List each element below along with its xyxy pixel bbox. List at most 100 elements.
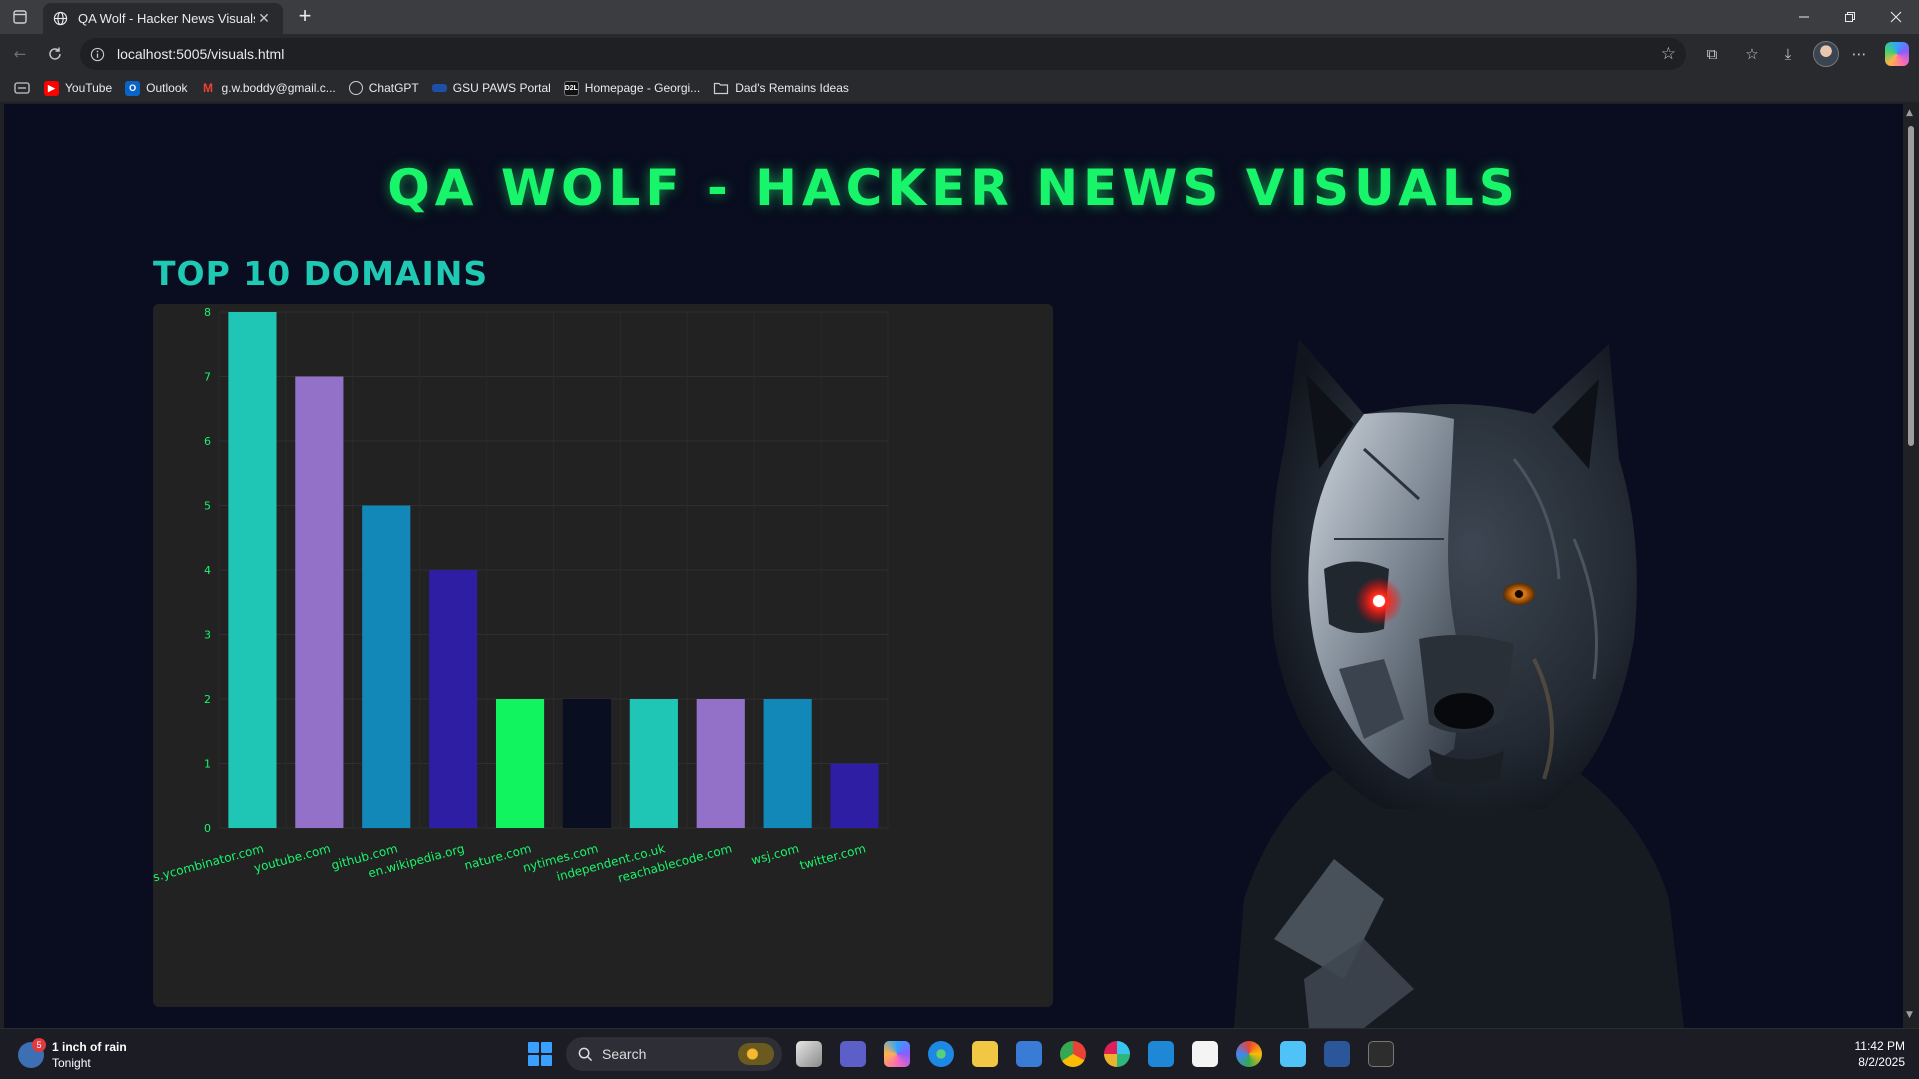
extensions-icon[interactable]: ⧉ xyxy=(1700,42,1724,66)
weather-badge: 5 xyxy=(32,1038,46,1052)
copilot-icon[interactable] xyxy=(1885,42,1909,66)
tab-title: QA Wolf - Hacker News Visuals xyxy=(78,11,255,26)
bar-wsj-com xyxy=(763,699,812,828)
chrome-canary-icon[interactable] xyxy=(1236,1041,1262,1067)
x-tick-label: wsj.com xyxy=(750,841,801,867)
section-heading: TOP 10 DOMAINS xyxy=(153,254,489,293)
bookmark-chatgpt[interactable]: ChatGPT xyxy=(348,81,419,95)
close-window-icon[interactable] xyxy=(1873,0,1919,34)
more-menu-icon[interactable]: ⋯ xyxy=(1847,42,1871,66)
search-icon xyxy=(578,1047,593,1061)
y-tick-label: 7 xyxy=(204,371,211,384)
y-tick-label: 4 xyxy=(204,564,211,577)
active-tab[interactable]: QA Wolf - Hacker News Visuals ✕ xyxy=(43,3,283,34)
tab-strip: QA Wolf - Hacker News Visuals ✕ + xyxy=(0,0,1919,34)
bookmark-georgia-homepage[interactable]: D2L Homepage - Georgi... xyxy=(563,80,701,96)
georgia-icon: D2L xyxy=(563,80,579,96)
bookmark-outlook[interactable]: O Outlook xyxy=(125,80,188,96)
restore-icon[interactable] xyxy=(1827,0,1873,34)
y-tick-label: 5 xyxy=(204,500,211,513)
bookmark-label: ChatGPT xyxy=(368,81,419,95)
bookmarks-bar: ▶ YouTube O Outlook M g.w.boddy@gmail.c.… xyxy=(0,74,1919,102)
vscode-icon[interactable] xyxy=(1148,1041,1174,1067)
search-label: Search xyxy=(602,1046,647,1062)
bookmark-gmail[interactable]: M g.w.boddy@gmail.c... xyxy=(201,81,336,96)
address-bar[interactable]: localhost:5005/visuals.html ☆ xyxy=(80,38,1686,70)
gmail-icon: M xyxy=(203,81,214,95)
edge-icon[interactable] xyxy=(928,1041,954,1067)
rain-cloud-icon: 5 xyxy=(18,1038,46,1068)
bar-en-wikipedia-org xyxy=(429,570,478,828)
favorites-icon[interactable]: ☆ xyxy=(1740,42,1764,66)
scroll-down-icon[interactable]: ▼ xyxy=(1906,1010,1913,1020)
taskbar-search[interactable]: Search xyxy=(566,1037,782,1071)
tab-close-icon[interactable]: ✕ xyxy=(255,11,273,27)
microsoft-store-icon[interactable] xyxy=(1016,1041,1042,1067)
reload-icon[interactable] xyxy=(43,42,67,66)
search-highlight-icon xyxy=(738,1043,774,1065)
clock-time: 11:42 PM xyxy=(1854,1039,1905,1053)
weather-widget[interactable]: 5 1 inch of rain Tonight xyxy=(18,1038,127,1071)
site-info-icon[interactable] xyxy=(90,47,105,62)
windows-start-icon[interactable] xyxy=(528,1042,552,1066)
weather-forecast: 1 inch of rain xyxy=(52,1040,127,1054)
bar-independent-co-uk xyxy=(629,699,678,828)
chatgpt-icon xyxy=(348,81,363,95)
paws-icon xyxy=(431,84,447,92)
windows-taskbar: 5 1 inch of rain Tonight Search 11:42 PM… xyxy=(0,1028,1919,1079)
copilot-app-icon[interactable] xyxy=(884,1041,910,1067)
globe-icon xyxy=(53,11,68,26)
scroll-thumb[interactable] xyxy=(1908,126,1914,446)
clock-date: 8/2/2025 xyxy=(1858,1055,1905,1069)
bar-nature-com xyxy=(495,699,545,828)
tab-actions-icon xyxy=(13,10,27,24)
favorite-star-icon[interactable]: ☆ xyxy=(1661,44,1676,64)
folder-icon xyxy=(714,82,729,95)
page-title: QA WOLF - HACKER NEWS VISUALS xyxy=(387,159,1520,217)
back-icon[interactable]: ← xyxy=(8,42,32,66)
x-tick-label: twitter.com xyxy=(798,841,867,872)
y-tick-label: 6 xyxy=(204,435,211,448)
tab-actions-button[interactable] xyxy=(8,5,32,29)
bookmark-label: Outlook xyxy=(146,81,188,95)
bookmark-label: YouTube xyxy=(65,81,113,95)
task-view-icon[interactable] xyxy=(796,1041,822,1067)
slack-icon[interactable] xyxy=(1104,1041,1130,1067)
notepad-icon[interactable] xyxy=(1280,1041,1306,1067)
new-tab-button[interactable]: + xyxy=(292,4,318,30)
y-tick-label: 3 xyxy=(204,629,211,642)
system-clock[interactable]: 11:42 PM 8/2/2025 xyxy=(1855,1038,1905,1070)
page-viewport: QA WOLF - HACKER NEWS VISUALS TOP 10 DOM… xyxy=(4,104,1903,1028)
bar-reachablecode-com xyxy=(696,699,745,828)
y-tick-label: 2 xyxy=(204,693,211,706)
weather-text: 1 inch of rain Tonight xyxy=(52,1039,127,1071)
bookmark-label: g.w.boddy@gmail.c... xyxy=(221,81,336,95)
outlook-icon: O xyxy=(125,80,141,96)
weather-period: Tonight xyxy=(52,1056,91,1070)
y-tick-label: 0 xyxy=(204,822,211,835)
bookmark-dads-remains-ideas[interactable]: Dad's Remains Ideas xyxy=(713,81,849,95)
page-scrollbar[interactable]: ▲ ▼ xyxy=(1903,104,1919,1028)
bar-twitter-com xyxy=(830,763,879,828)
file-explorer-icon[interactable] xyxy=(972,1041,998,1067)
bookmark-youtube[interactable]: ▶ YouTube xyxy=(44,80,113,96)
minimize-icon[interactable] xyxy=(1781,0,1827,34)
bar-news-ycombinator-com xyxy=(228,312,277,828)
profile-avatar[interactable] xyxy=(1813,41,1839,67)
teams-icon[interactable] xyxy=(840,1041,866,1067)
bookmark-gsu-paws[interactable]: GSU PAWS Portal xyxy=(431,81,551,95)
downloads-icon[interactable]: ⤓ xyxy=(1776,42,1800,66)
bookmark-label: Homepage - Georgi... xyxy=(584,81,701,95)
bookmarks-menu-icon[interactable] xyxy=(14,81,30,95)
scroll-up-icon[interactable]: ▲ xyxy=(1906,108,1913,118)
chrome-icon[interactable] xyxy=(1060,1041,1086,1067)
chart-panel: 0 1 2 3 4 5 6 7 8 news.ycombinator.com youtube.com… xyxy=(153,304,1053,1007)
word-icon[interactable] xyxy=(1324,1041,1350,1067)
notion-icon[interactable] xyxy=(1192,1041,1218,1067)
x-tick-label: youtube.com xyxy=(252,841,332,875)
bookmark-label: GSU PAWS Portal xyxy=(452,81,551,95)
top-domains-bar-chart: 0 1 2 3 4 5 6 7 8 news.ycombinator.comyoutube.com… xyxy=(153,306,889,891)
url-text: localhost:5005/visuals.html xyxy=(117,46,285,62)
bookmark-label: Dad's Remains Ideas xyxy=(735,81,849,95)
terminal-icon[interactable] xyxy=(1368,1041,1394,1067)
